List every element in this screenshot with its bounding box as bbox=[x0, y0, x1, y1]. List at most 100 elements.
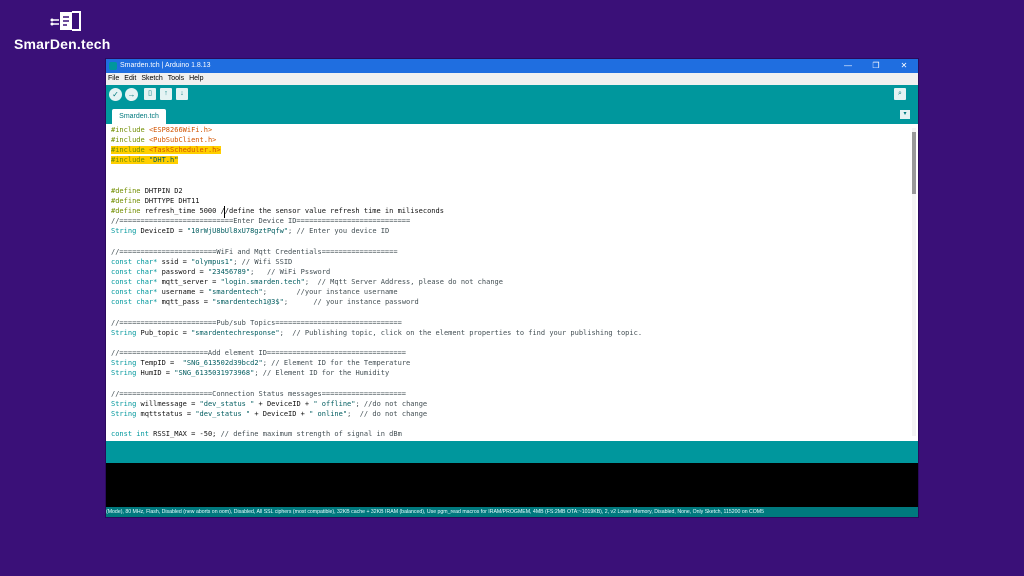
upload-button[interactable]: → bbox=[125, 88, 138, 101]
code-token: #define bbox=[111, 186, 145, 195]
save-sketch-button[interactable]: ↓ bbox=[176, 88, 188, 100]
menu-edit[interactable]: Edit bbox=[122, 73, 139, 85]
code-token: mqtt_server = bbox=[161, 278, 221, 287]
code-line: //======================Connection Statu… bbox=[111, 389, 642, 399]
code-token: ; // Element ID for the Humidity bbox=[254, 369, 390, 378]
code-line: const char* mqtt_pass = "smardentech1@3$… bbox=[111, 297, 642, 307]
code-token: const int bbox=[111, 430, 154, 439]
code-token: username = bbox=[161, 288, 208, 297]
scrollbar-thumb[interactable] bbox=[912, 132, 916, 194]
code-token: //=======================Pub/sub Topics=… bbox=[111, 318, 402, 327]
board-config-text: (Mode), 80 MHz, Flash, Disabled (new abo… bbox=[106, 509, 765, 515]
code-token: + DeviceID + bbox=[254, 399, 314, 408]
code-line: //=======================WiFi and Mqtt C… bbox=[111, 247, 642, 257]
code-line: #include <TaskScheduler.h> bbox=[111, 145, 642, 155]
code-line: #define DHTPIN D2 bbox=[111, 186, 642, 196]
code-token: mqttstatus = bbox=[140, 409, 196, 418]
code-token: " offline" bbox=[313, 399, 356, 408]
smarden-logo-icon bbox=[50, 11, 81, 31]
code-line: #define DHTTYPE DHT11 bbox=[111, 196, 642, 206]
code-token: #include bbox=[111, 156, 149, 165]
code-line: const int RSSI_MAX = -50; // define maxi… bbox=[111, 429, 642, 439]
code-token: String bbox=[111, 399, 141, 408]
tab-menu-button[interactable]: ▾ bbox=[900, 110, 910, 119]
code-line: //=====================Add element ID===… bbox=[111, 348, 642, 358]
close-button[interactable]: ✕ bbox=[890, 59, 918, 73]
code-token: //=====================Add element ID===… bbox=[111, 349, 407, 358]
code-line: String HumID = "SNG_6135031973968"; // E… bbox=[111, 368, 642, 378]
tab-bar: Smarden.tch ▾ bbox=[106, 105, 918, 124]
arduino-app-icon bbox=[109, 62, 117, 70]
code-token: DeviceID = bbox=[140, 227, 187, 236]
code-token: ; // Publishing topic, click on the elem… bbox=[279, 328, 643, 337]
code-token: "SNG_613502d39bcd2" bbox=[182, 359, 263, 368]
menu-help[interactable]: Help bbox=[187, 73, 206, 85]
code-line: //===========================Enter Devic… bbox=[111, 216, 642, 226]
serial-monitor-button[interactable]: ⌕ bbox=[894, 88, 906, 100]
window-title: Smarden.tch | Arduino 1.8.13 bbox=[120, 62, 211, 69]
code-token: #include bbox=[111, 146, 149, 155]
code-token: "23456789" bbox=[207, 267, 251, 276]
code-token: " online" bbox=[309, 409, 348, 418]
code-token: refresh_time 5000 //define the sensor va… bbox=[144, 207, 444, 216]
code-token: ; // your instance password bbox=[283, 298, 419, 307]
code-token: <PubSubClient.h> bbox=[148, 136, 217, 145]
tab-sketch[interactable]: Smarden.tch bbox=[112, 109, 166, 124]
code-token: + DeviceID + bbox=[250, 409, 310, 418]
code-token: String bbox=[111, 359, 141, 368]
code-line: #include <PubSubClient.h> bbox=[111, 135, 642, 145]
code-token: DHTTYPE DHT11 bbox=[144, 196, 200, 205]
code-token: "smardentech1@3$" bbox=[212, 298, 284, 307]
menu-file[interactable]: File bbox=[106, 73, 122, 85]
minimize-button[interactable]: — bbox=[834, 59, 862, 73]
code-token: "10rWjU8bUl8xU78gztPqfw" bbox=[186, 227, 289, 236]
code-token: #include bbox=[111, 126, 149, 134]
code-token: String bbox=[111, 369, 141, 378]
vertical-scrollbar[interactable] bbox=[912, 128, 916, 436]
maximize-button[interactable]: ❐ bbox=[862, 59, 890, 73]
code-token: ; // WiFi Pssword bbox=[250, 267, 331, 276]
open-sketch-button[interactable]: ↑ bbox=[160, 88, 172, 100]
board-status-bar: (Mode), 80 MHz, Flash, Disabled (new abo… bbox=[106, 507, 918, 517]
code-token: const char* bbox=[111, 278, 162, 287]
code-line: String DeviceID = "10rWjU8bUl8xU78gztPqf… bbox=[111, 226, 642, 236]
code-token: <TaskScheduler.h> bbox=[148, 146, 221, 155]
code-line: String Pub_topic = "smardentechresponse"… bbox=[111, 328, 642, 338]
code-token: const char* bbox=[111, 288, 162, 297]
new-sketch-button[interactable]: ▯ bbox=[144, 88, 156, 100]
code-token: ; // Mqtt Server Address, please do not … bbox=[304, 278, 503, 287]
code-token: "SNG_6135031973968" bbox=[174, 369, 255, 378]
code-token: // define maximum strength of signal in … bbox=[220, 430, 402, 439]
code-token: "smardentechresponse" bbox=[191, 328, 280, 337]
code-token: const char* bbox=[111, 267, 162, 276]
console-divider[interactable] bbox=[106, 441, 918, 463]
code-token: #define bbox=[111, 196, 145, 205]
output-console bbox=[106, 463, 918, 507]
menu-tools[interactable]: Tools bbox=[166, 73, 187, 85]
code-token: const char* bbox=[111, 298, 162, 307]
code-line: const char* username = "smardentech"; //… bbox=[111, 287, 642, 297]
code-token: HumID = bbox=[140, 369, 175, 378]
code-token: "smardentech" bbox=[207, 288, 263, 297]
code-editor[interactable]: #include <ESP8266WiFi.h> #include <PubSub… bbox=[106, 124, 918, 441]
code-line: #include "DHT.h" bbox=[111, 155, 642, 165]
code-line: String mqttstatus = "dev_status " + Devi… bbox=[111, 409, 642, 419]
text-cursor bbox=[224, 206, 225, 218]
code-token: password = bbox=[161, 267, 208, 276]
code-token: //===========================Enter Devic… bbox=[111, 217, 411, 226]
verify-button[interactable]: ✓ bbox=[109, 88, 122, 101]
code-line: //=======================Pub/sub Topics=… bbox=[111, 318, 642, 328]
code-token: willmessage = bbox=[140, 399, 200, 408]
code-token: "dev_status " bbox=[199, 399, 255, 408]
code-token: "dev_status " bbox=[195, 409, 251, 418]
menu-sketch[interactable]: Sketch bbox=[139, 73, 165, 85]
code-line: String willmessage = "dev_status " + Dev… bbox=[111, 399, 642, 409]
code-token: String bbox=[111, 227, 141, 236]
code-token: const char* bbox=[111, 257, 162, 266]
